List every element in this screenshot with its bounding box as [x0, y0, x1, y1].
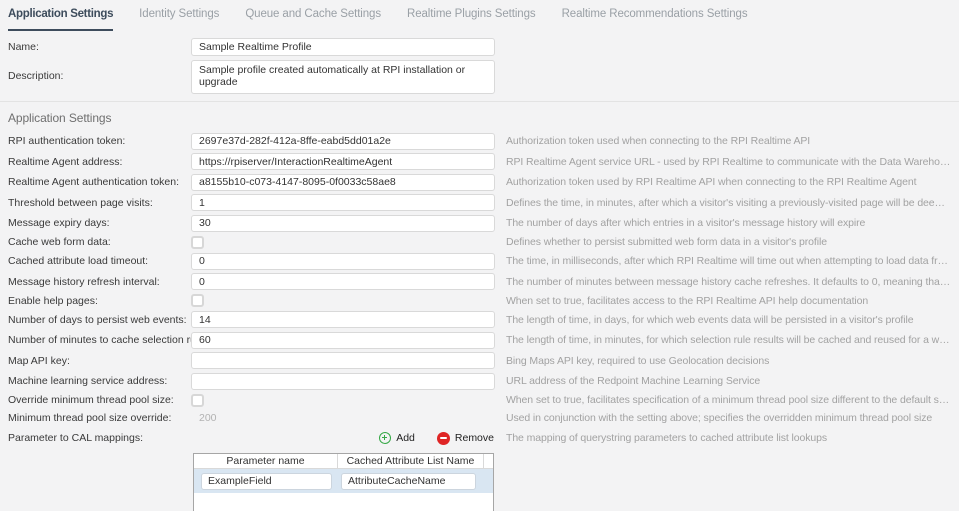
field-description: The length of time, in minutes, for whic… — [500, 334, 951, 346]
add-icon — [379, 432, 391, 444]
ml-service-address-input[interactable] — [191, 373, 495, 390]
days-persist-web-events-input[interactable] — [191, 311, 495, 328]
remove-button-label: Remove — [455, 432, 494, 444]
cal-table-header: Parameter name Cached Attribute List Nam… — [194, 454, 493, 469]
section-title: Application Settings — [8, 111, 959, 125]
settings-row: Cache web form data: Defines whether to … — [8, 234, 951, 252]
column-header-cached-attribute-list-name: Cached Attribute List Name — [338, 454, 484, 468]
cache-web-form-data-checkbox[interactable] — [191, 236, 204, 249]
remove-mapping-button[interactable]: Remove — [437, 432, 494, 445]
settings-row: Message history refresh interval: The nu… — [8, 272, 951, 293]
field-description: RPI Realtime Agent service URL - used by… — [500, 156, 951, 168]
field-description: Authorization token used by RPI Realtime… — [500, 176, 951, 188]
field-description: Defines the time, in minutes, after whic… — [500, 197, 951, 209]
settings-row: Cached attribute load timeout: The time,… — [8, 251, 951, 272]
settings-row: Enable help pages: When set to true, fac… — [8, 292, 951, 310]
field-label: Cache web form data: — [8, 236, 191, 248]
tab-application-settings[interactable]: Application Settings — [8, 8, 113, 31]
tab-identity-settings[interactable]: Identity Settings — [139, 8, 219, 31]
field-label: Enable help pages: — [8, 295, 191, 307]
settings-row: Minimum thread pool size override: 200 U… — [8, 409, 951, 426]
field-label: Parameter to CAL mappings: — [8, 432, 191, 444]
description-row: Description: Sample profile created auto… — [8, 60, 951, 97]
add-mapping-button[interactable]: Add — [379, 432, 415, 444]
realtime-agent-auth-token-input[interactable] — [191, 174, 495, 191]
field-label: Message expiry days: — [8, 217, 191, 229]
cached-attribute-list-name-input[interactable] — [341, 473, 476, 490]
settings-row: Override minimum thread pool size: When … — [8, 392, 951, 410]
cal-mappings-row: Parameter to CAL mappings: Add Remove Th… — [8, 426, 951, 450]
section-divider — [0, 101, 959, 102]
settings-row: Realtime Agent address: RPI Realtime Age… — [8, 152, 951, 173]
settings-row: Machine learning service address: URL ad… — [8, 371, 951, 392]
table-row[interactable] — [194, 469, 493, 493]
field-label: Number of minutes to cache selection rul… — [8, 334, 191, 346]
name-row: Name: — [8, 36, 951, 57]
message-expiry-days-input[interactable] — [191, 215, 495, 232]
description-label: Description: — [8, 70, 191, 82]
field-description: Defines whether to persist submitted web… — [500, 236, 951, 248]
profile-form: Name: Description: Sample profile create… — [0, 36, 959, 97]
minutes-cache-selection-rule-input[interactable] — [191, 332, 495, 349]
field-description: The number of days after which entries i… — [500, 217, 951, 229]
settings-row: Map API key: Bing Maps API key, required… — [8, 351, 951, 372]
field-label: Minimum thread pool size override: — [8, 412, 191, 424]
add-button-label: Add — [396, 432, 415, 444]
settings-row: Number of days to persist web events: Th… — [8, 310, 951, 331]
cached-attribute-load-timeout-input[interactable] — [191, 253, 495, 270]
name-label: Name: — [8, 41, 191, 53]
field-description: Bing Maps API key, required to use Geolo… — [500, 355, 951, 367]
message-history-refresh-interval-input[interactable] — [191, 273, 495, 290]
min-thread-pool-override-value: 200 — [191, 412, 500, 424]
field-label: Number of days to persist web events: — [8, 314, 191, 326]
field-label: RPI authentication token: — [8, 135, 191, 147]
map-api-key-input[interactable] — [191, 352, 495, 369]
field-label: Message history refresh interval: — [8, 276, 191, 288]
threshold-page-visits-input[interactable] — [191, 194, 495, 211]
settings-form: RPI authentication token: Authorization … — [0, 131, 959, 511]
tab-queue-and-cache-settings[interactable]: Queue and Cache Settings — [245, 8, 381, 31]
field-description: Authorization token used when connecting… — [500, 135, 951, 147]
settings-row: Realtime Agent authentication token: Aut… — [8, 172, 951, 193]
enable-help-pages-checkbox[interactable] — [191, 294, 204, 307]
settings-row: Threshold between page visits: Defines t… — [8, 193, 951, 214]
field-label: Map API key: — [8, 355, 191, 367]
realtime-agent-address-input[interactable] — [191, 153, 495, 170]
field-description: The time, in milliseconds, after which R… — [500, 255, 951, 267]
field-label: Realtime Agent authentication token: — [8, 176, 191, 188]
settings-row: Message expiry days: The number of days … — [8, 213, 951, 234]
field-label: Machine learning service address: — [8, 375, 191, 387]
field-description: Used in conjunction with the setting abo… — [500, 412, 951, 424]
profile-name-input[interactable] — [191, 38, 495, 56]
field-description: When set to true, facilitates specificat… — [500, 394, 951, 406]
override-min-thread-pool-checkbox[interactable] — [191, 394, 204, 407]
cal-toolbar: Add Remove — [191, 432, 500, 445]
field-label: Override minimum thread pool size: — [8, 394, 191, 406]
field-description: When set to true, facilitates access to … — [500, 295, 951, 307]
remove-icon — [437, 432, 450, 445]
field-label: Threshold between page visits: — [8, 197, 191, 209]
column-header-parameter-name: Parameter name — [194, 454, 338, 468]
tab-bar: Application Settings Identity Settings Q… — [0, 0, 959, 31]
field-description: The length of time, in days, for which w… — [500, 314, 951, 326]
rpi-auth-token-input[interactable] — [191, 133, 495, 150]
tab-realtime-plugins-settings[interactable]: Realtime Plugins Settings — [407, 8, 536, 31]
profile-description-input[interactable]: Sample profile created automatically at … — [191, 60, 495, 94]
settings-row: RPI authentication token: Authorization … — [8, 131, 951, 152]
cal-mappings-table: Parameter name Cached Attribute List Nam… — [193, 453, 494, 511]
field-description: The number of minutes between message hi… — [500, 276, 951, 288]
field-description: URL address of the Redpoint Machine Lear… — [500, 375, 951, 387]
column-header-filler — [484, 454, 493, 468]
field-label: Realtime Agent address: — [8, 156, 191, 168]
parameter-name-input[interactable] — [201, 473, 332, 490]
tab-realtime-recommendations-settings[interactable]: Realtime Recommendations Settings — [562, 8, 748, 31]
settings-row: Number of minutes to cache selection rul… — [8, 330, 951, 351]
field-label: Cached attribute load timeout: — [8, 255, 191, 267]
field-description: The mapping of querystring parameters to… — [500, 432, 951, 444]
